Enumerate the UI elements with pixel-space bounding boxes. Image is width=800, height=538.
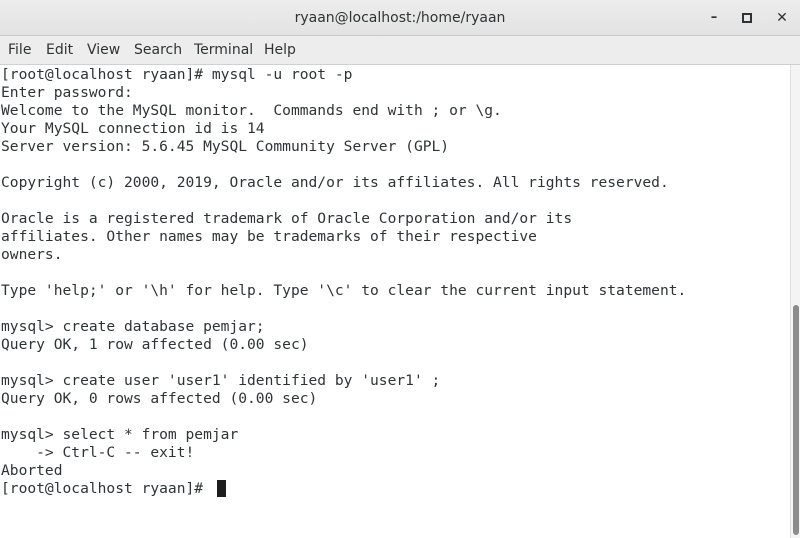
menu-help[interactable]: Help — [264, 36, 296, 64]
terminal-line: Enter password: — [1, 84, 133, 101]
scrollbar-thumb[interactable] — [793, 305, 799, 535]
menu-view[interactable]: View — [87, 36, 120, 64]
terminal-line: affiliates. Other names may be trademark… — [1, 228, 537, 245]
terminal-line: mysql> create user 'user1' identified by… — [1, 372, 441, 389]
terminal-line: Your MySQL connection id is 14 — [1, 120, 265, 137]
terminal-line: Query OK, 0 rows affected (0.00 sec) — [1, 390, 318, 407]
terminal-line: mysql> select * from pemjar — [1, 426, 239, 443]
terminal-line: Copyright (c) 2000, 2019, Oracle and/or … — [1, 174, 669, 191]
title-bar[interactable]: ryaan@localhost:/home/ryaan – ✕ — [0, 0, 800, 36]
menu-edit[interactable]: Edit — [46, 36, 73, 64]
terminal-line: mysql> create database pemjar; — [1, 318, 265, 335]
terminal-line: -> Ctrl-C -- exit! — [1, 444, 195, 461]
terminal-output[interactable]: [root@localhost ryaan]# mysql -u root -p… — [0, 65, 790, 538]
minimize-button[interactable]: – — [704, 8, 724, 28]
window-title: ryaan@localhost:/home/ryaan — [294, 10, 506, 26]
menu-bar: File Edit View Search Terminal Help — [0, 36, 800, 65]
menu-terminal[interactable]: Terminal — [194, 36, 253, 64]
terminal-line: Oracle is a registered trademark of Orac… — [1, 210, 573, 227]
terminal-line: owners. — [1, 246, 63, 263]
terminal-line: Server version: 5.6.45 MySQL Community S… — [1, 138, 450, 155]
menu-search[interactable]: Search — [134, 36, 182, 64]
terminal-line: Aborted — [1, 462, 63, 479]
menu-file[interactable]: File — [8, 36, 31, 64]
terminal-prompt-line: [root@localhost ryaan]# — [1, 480, 212, 497]
terminal-window: ryaan@localhost:/home/ryaan – ✕ File Edi… — [0, 0, 800, 538]
terminal-line: Welcome to the MySQL monitor. Commands e… — [1, 102, 502, 119]
terminal-line: Type 'help;' or '\h' for help. Type '\c'… — [1, 282, 687, 299]
terminal-line: [root@localhost ryaan]# mysql -u root -p — [1, 66, 353, 83]
maximize-icon — [742, 12, 752, 23]
close-button[interactable]: ✕ — [772, 8, 792, 28]
terminal-line: Query OK, 1 row affected (0.00 sec) — [1, 336, 309, 353]
maximize-button[interactable] — [737, 8, 757, 28]
vertical-scrollbar[interactable] — [790, 65, 800, 538]
text-cursor — [217, 480, 226, 497]
